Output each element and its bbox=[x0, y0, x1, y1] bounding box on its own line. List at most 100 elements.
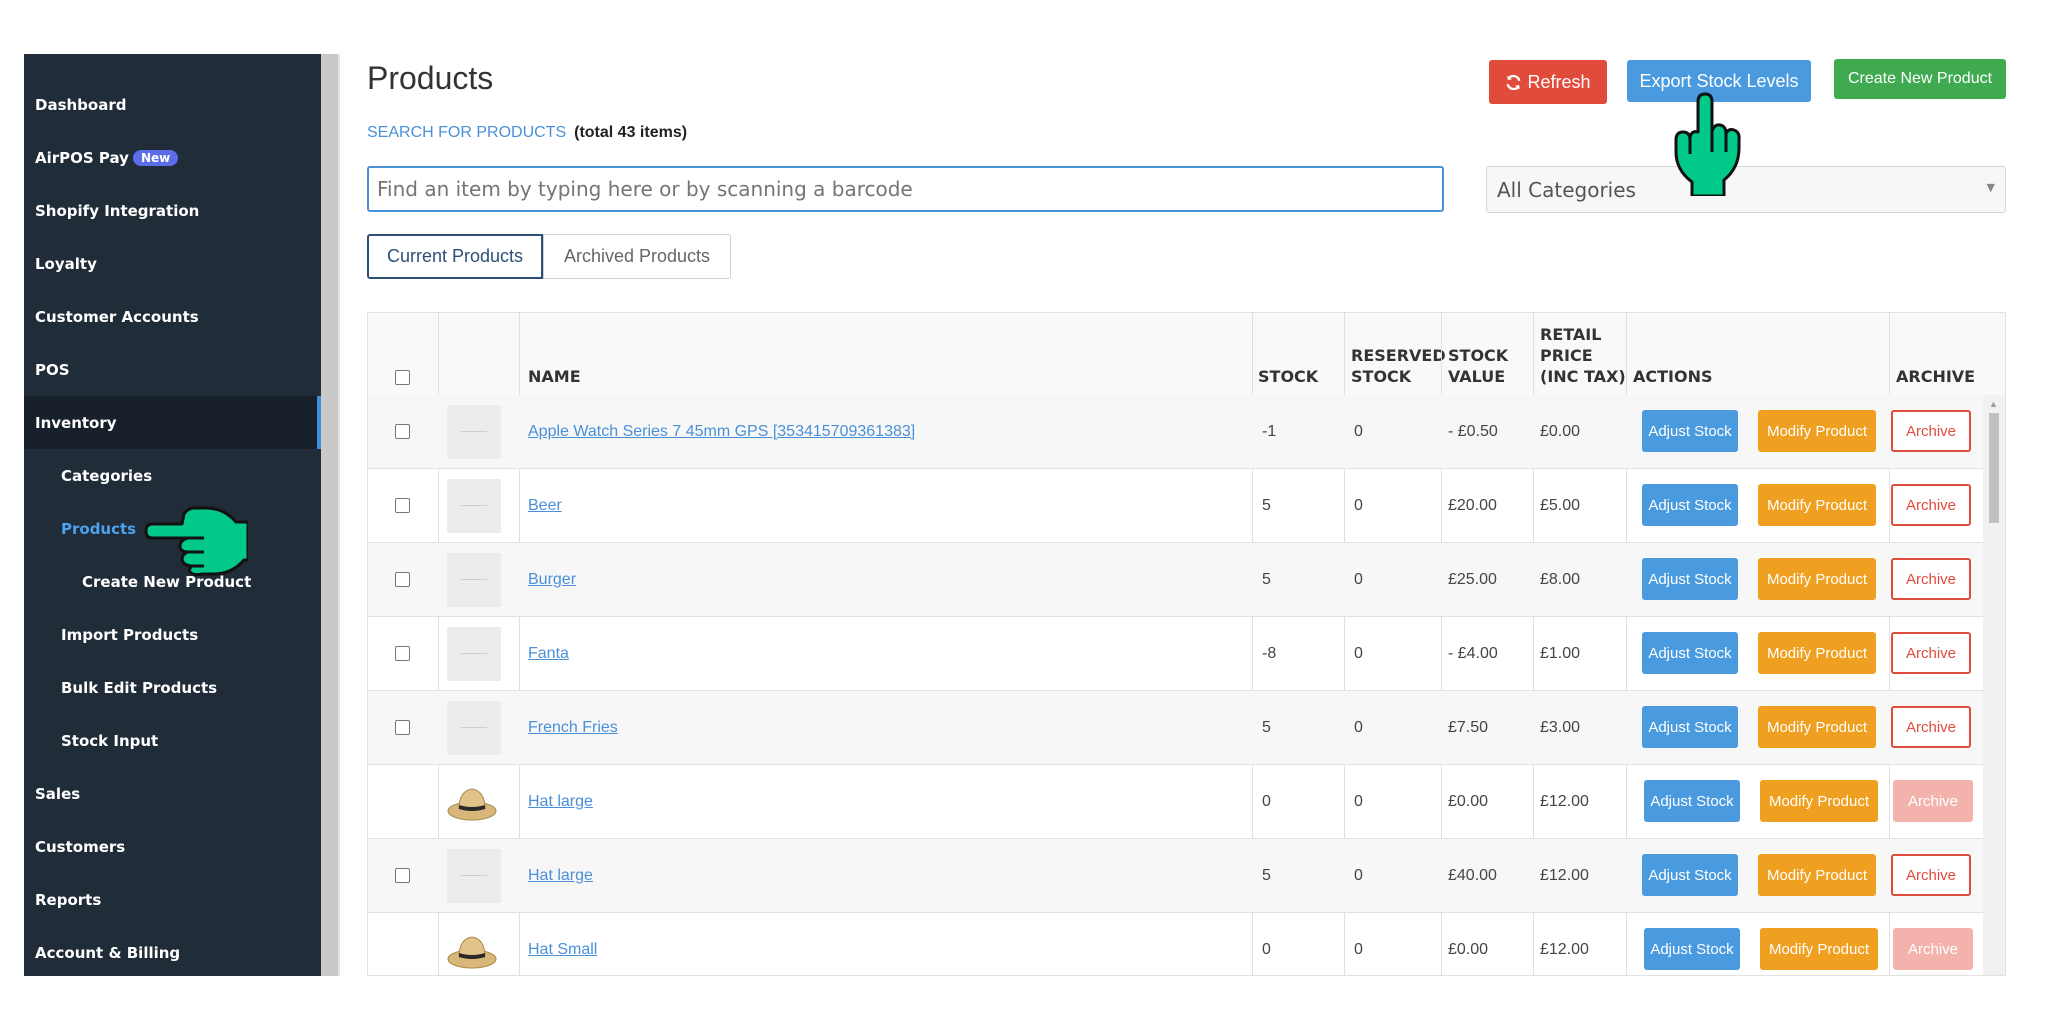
product-name-link[interactable]: Burger bbox=[528, 571, 576, 589]
sidebar-item-loyalty[interactable]: Loyalty bbox=[24, 237, 321, 290]
retail-price-cell: £0.00 bbox=[1540, 422, 1581, 440]
product-image bbox=[447, 617, 501, 690]
archive-button[interactable]: Archive bbox=[1891, 632, 1971, 674]
sidebar-item-label: Bulk Edit Products bbox=[61, 678, 218, 697]
modify-product-button[interactable]: Modify Product bbox=[1758, 632, 1876, 674]
row-checkbox[interactable] bbox=[395, 720, 410, 735]
table-scrollbar-thumb[interactable] bbox=[1989, 413, 1999, 523]
scroll-up-icon[interactable]: ▲ bbox=[1989, 399, 1998, 409]
sidebar-item-label: Stock Input bbox=[61, 731, 159, 750]
product-image bbox=[447, 691, 501, 764]
modify-product-button[interactable]: Modify Product bbox=[1758, 854, 1876, 896]
product-name-link[interactable]: Apple Watch Series 7 45mm GPS [353415709… bbox=[528, 423, 915, 441]
adjust-stock-button[interactable]: Adjust Stock bbox=[1644, 780, 1740, 822]
modify-product-button[interactable]: Modify Product bbox=[1758, 410, 1876, 452]
sidebar-item-stock-input[interactable]: Stock Input bbox=[24, 714, 321, 767]
modify-product-button[interactable]: Modify Product bbox=[1758, 484, 1876, 526]
table-scrollbar[interactable]: ▲ bbox=[1983, 395, 2005, 975]
select-all-checkbox[interactable] bbox=[395, 370, 410, 385]
sidebar-item-sales[interactable]: Sales bbox=[24, 767, 321, 820]
stock-cell: -8 bbox=[1262, 644, 1277, 662]
product-name-link[interactable]: Beer bbox=[528, 497, 562, 515]
header-stock-value[interactable]: STOCK VALUE bbox=[1448, 345, 1508, 387]
adjust-stock-button[interactable]: Adjust Stock bbox=[1642, 410, 1738, 452]
row-checkbox[interactable] bbox=[395, 424, 410, 439]
archive-button[interactable]: Archive bbox=[1891, 558, 1971, 600]
sidebar-item-bulk-edit[interactable]: Bulk Edit Products bbox=[24, 661, 321, 714]
product-name-link[interactable]: Hat Small bbox=[528, 941, 597, 959]
refresh-icon bbox=[1506, 74, 1521, 90]
table-row: Hat large 0 0 £0.00 £12.00 Adjust Stock Modify… bbox=[368, 765, 1983, 839]
stock-cell: 0 bbox=[1262, 792, 1271, 810]
header-name[interactable]: NAME bbox=[528, 366, 581, 387]
row-checkbox[interactable] bbox=[395, 868, 410, 883]
reserved-stock-cell: 0 bbox=[1354, 644, 1363, 662]
modify-product-button[interactable]: Modify Product bbox=[1760, 928, 1878, 970]
sidebar-item-label: Dashboard bbox=[35, 95, 127, 114]
modify-product-button[interactable]: Modify Product bbox=[1760, 780, 1878, 822]
search-for-products-link[interactable]: SEARCH FOR PRODUCTS bbox=[367, 124, 566, 141]
archive-button[interactable]: Archive bbox=[1891, 484, 1971, 526]
stock-cell: 0 bbox=[1262, 940, 1271, 958]
adjust-stock-button[interactable]: Adjust Stock bbox=[1642, 632, 1738, 674]
product-search-input[interactable] bbox=[367, 166, 1444, 212]
products-table: NAME STOCK RESERVED STOCK STOCK VALUE RE… bbox=[367, 312, 2006, 976]
product-name-link[interactable]: Hat large bbox=[528, 793, 593, 811]
sidebar-item-shopify[interactable]: Shopify Integration bbox=[24, 184, 321, 237]
sidebar-item-label: Import Products bbox=[61, 625, 199, 644]
row-checkbox-cell bbox=[395, 469, 410, 542]
dropdown-arrow-icon: ▼ bbox=[1986, 181, 1995, 194]
product-name-link[interactable]: Hat large bbox=[528, 867, 593, 885]
adjust-stock-button[interactable]: Adjust Stock bbox=[1642, 558, 1738, 600]
sidebar-item-dashboard[interactable]: Dashboard bbox=[24, 78, 321, 131]
adjust-stock-button[interactable]: Adjust Stock bbox=[1642, 706, 1738, 748]
retail-price-cell: £1.00 bbox=[1540, 644, 1581, 662]
stock-value-cell: - £0.50 bbox=[1448, 422, 1498, 440]
retail-price-cell: £8.00 bbox=[1540, 570, 1581, 588]
sidebar-item-categories[interactable]: Categories bbox=[24, 449, 321, 502]
row-checkbox[interactable] bbox=[395, 498, 410, 513]
stock-cell: 5 bbox=[1262, 570, 1271, 588]
row-checkbox-cell bbox=[395, 839, 410, 912]
header-stock[interactable]: STOCK bbox=[1258, 366, 1318, 387]
sidebar-item-pos[interactable]: POS bbox=[24, 343, 321, 396]
modify-product-button[interactable]: Modify Product bbox=[1758, 558, 1876, 600]
sidebar-item-import-products[interactable]: Import Products bbox=[24, 608, 321, 661]
sidebar-item-account-billing[interactable]: Account & Billing bbox=[24, 926, 321, 979]
modify-product-button[interactable]: Modify Product bbox=[1758, 706, 1876, 748]
create-new-product-button[interactable]: Create New Product bbox=[1834, 59, 2006, 99]
product-image bbox=[447, 543, 501, 616]
archive-button[interactable]: Archive bbox=[1891, 706, 1971, 748]
product-image bbox=[445, 765, 499, 838]
sidebar-item-reports[interactable]: Reports bbox=[24, 873, 321, 926]
sidebar-item-inventory[interactable]: Inventory bbox=[24, 396, 321, 449]
tab-archived-products[interactable]: Archived Products bbox=[543, 234, 731, 279]
archive-button[interactable]: Archive bbox=[1891, 854, 1971, 896]
archive-button[interactable]: Archive bbox=[1891, 410, 1971, 452]
refresh-button[interactable]: Refresh bbox=[1489, 60, 1607, 104]
sidebar-item-customers[interactable]: Customers bbox=[24, 820, 321, 873]
tab-current-products[interactable]: Current Products bbox=[367, 234, 543, 279]
sidebar-scrollbar[interactable] bbox=[321, 54, 338, 976]
adjust-stock-button[interactable]: Adjust Stock bbox=[1642, 854, 1738, 896]
adjust-stock-button[interactable]: Adjust Stock bbox=[1644, 928, 1740, 970]
product-image bbox=[447, 395, 501, 468]
stock-value-cell: £40.00 bbox=[1448, 866, 1497, 884]
sidebar-item-label: Customer Accounts bbox=[35, 307, 199, 326]
table-body: Apple Watch Series 7 45mm GPS [353415709… bbox=[368, 395, 1983, 975]
product-name-link[interactable]: Fanta bbox=[528, 645, 569, 663]
reserved-stock-cell: 0 bbox=[1354, 792, 1363, 810]
adjust-stock-button[interactable]: Adjust Stock bbox=[1642, 484, 1738, 526]
image-placeholder bbox=[447, 552, 501, 607]
row-checkbox[interactable] bbox=[395, 572, 410, 587]
sidebar-item-airpos-pay[interactable]: AirPOS Pay New bbox=[24, 131, 321, 184]
hat-image-icon bbox=[447, 935, 497, 968]
sidebar-item-customer-accounts[interactable]: Customer Accounts bbox=[24, 290, 321, 343]
header-reserved-stock[interactable]: RESERVED STOCK bbox=[1351, 345, 1446, 387]
hat-image-icon bbox=[447, 787, 497, 820]
header-retail-price[interactable]: RETAIL PRICE (INC TAX) bbox=[1540, 324, 1626, 387]
stock-cell: 5 bbox=[1262, 866, 1271, 884]
product-name-link[interactable]: French Fries bbox=[528, 719, 618, 737]
row-checkbox[interactable] bbox=[395, 646, 410, 661]
image-placeholder bbox=[447, 626, 501, 681]
